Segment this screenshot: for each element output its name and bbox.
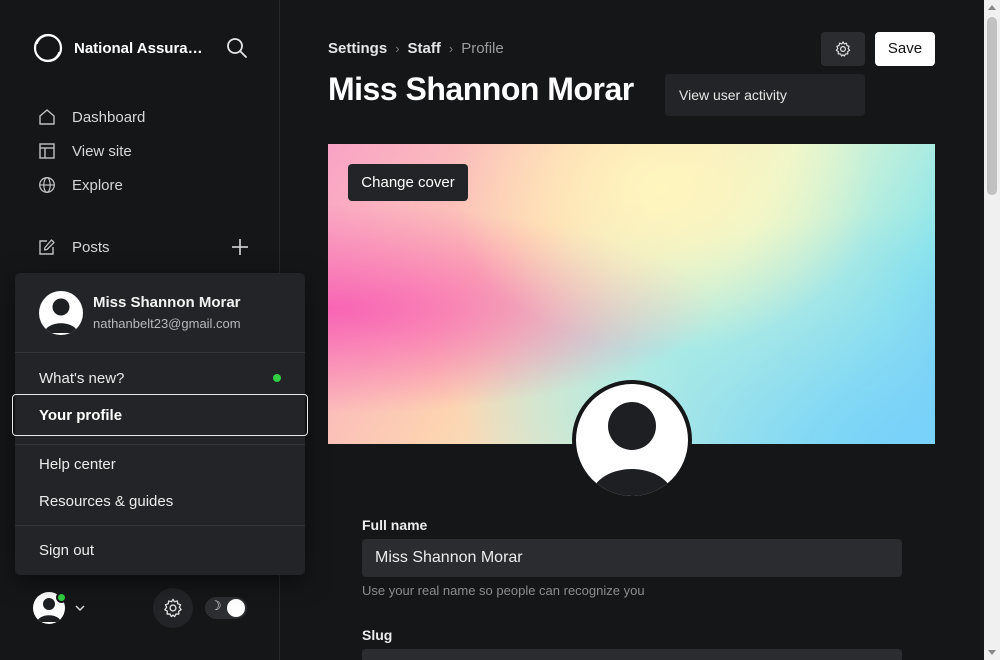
sidebar-nav: Dashboard View site Explore: [38, 100, 258, 202]
scrollbar[interactable]: [984, 0, 1000, 660]
view-user-activity-button[interactable]: View user activity: [665, 74, 865, 116]
slug-label: Slug: [362, 627, 393, 643]
user-icon: [44, 298, 78, 333]
menu-item-whats-new[interactable]: What's new?: [39, 370, 124, 387]
brand-name: National Assurance Group: [74, 39, 208, 57]
save-button[interactable]: Save: [875, 32, 935, 66]
change-cover-button[interactable]: Change cover: [348, 164, 468, 201]
page-title: Miss Shannon Morar: [328, 71, 634, 107]
avatar: [576, 384, 688, 496]
brand-ring-icon: [33, 33, 63, 63]
sidebar-item-view-site[interactable]: View site: [38, 134, 258, 168]
online-status-dot: [56, 592, 67, 603]
profile-picture[interactable]: [572, 380, 692, 500]
menu-item-your-profile-label[interactable]: Your profile: [39, 407, 122, 424]
edit-icon: [39, 239, 55, 255]
user-name: Miss Shannon Morar: [93, 294, 241, 311]
new-indicator-dot: [273, 374, 281, 382]
user-settings-button[interactable]: [821, 32, 865, 66]
sidebar-item-posts[interactable]: Posts: [38, 230, 250, 264]
menu-item-resources[interactable]: Resources & guides: [39, 493, 173, 510]
search-icon[interactable]: [226, 37, 248, 59]
chevron-down-icon[interactable]: [73, 601, 87, 615]
app-root: National Assurance Group Dashboard View …: [0, 0, 1000, 660]
settings-button[interactable]: [153, 588, 193, 628]
sidebar-item-label: View site: [72, 142, 132, 160]
sidebar-item-label: Explore: [72, 176, 123, 194]
sidebar-item-dashboard[interactable]: Dashboard: [38, 100, 258, 134]
breadcrumb-separator: ›: [395, 41, 400, 56]
globe-icon: [39, 177, 55, 193]
home-icon: [39, 109, 55, 125]
breadcrumb-staff[interactable]: Staff: [408, 40, 441, 57]
layout-icon: [39, 143, 55, 159]
scroll-down-arrow-icon[interactable]: [988, 650, 996, 655]
slug-input[interactable]: [362, 649, 902, 660]
full-name-help-text: Use your real name so people can recogni…: [362, 583, 645, 598]
gear-icon: [164, 598, 182, 618]
menu-item-help-center[interactable]: Help center: [39, 456, 116, 473]
scroll-thumb[interactable]: [987, 17, 997, 195]
sidebar-item-label: Dashboard: [72, 108, 146, 126]
breadcrumb-settings[interactable]: Settings: [328, 40, 387, 57]
moon-icon: ☽: [210, 599, 222, 614]
divider: [15, 444, 305, 445]
breadcrumb-separator: ›: [448, 41, 454, 56]
user-icon: [590, 402, 674, 496]
brand[interactable]: National Assurance Group: [32, 32, 208, 64]
gear-icon: [835, 41, 851, 57]
full-name-input[interactable]: [362, 539, 902, 577]
plus-icon[interactable]: [230, 237, 250, 257]
breadcrumb-current: Profile: [461, 40, 504, 57]
breadcrumb: Settings › Staff › Profile: [328, 40, 504, 57]
user-email: nathanbelt23@gmail.com: [93, 316, 241, 331]
toggle-knob: [227, 599, 245, 617]
divider: [15, 525, 305, 526]
scroll-up-arrow-icon[interactable]: [988, 5, 996, 10]
menu-item-sign-out[interactable]: Sign out: [39, 542, 94, 559]
dark-mode-toggle[interactable]: ☽: [205, 597, 247, 619]
full-name-label: Full name: [362, 517, 428, 533]
user-menu-header: Miss Shannon Morar nathanbelt23@gmail.co…: [15, 273, 305, 353]
user-menu: Miss Shannon Morar nathanbelt23@gmail.co…: [12, 273, 308, 575]
sidebar-item-explore[interactable]: Explore: [38, 168, 258, 202]
sidebar-item-label: Posts: [72, 238, 110, 256]
avatar: [39, 291, 83, 335]
